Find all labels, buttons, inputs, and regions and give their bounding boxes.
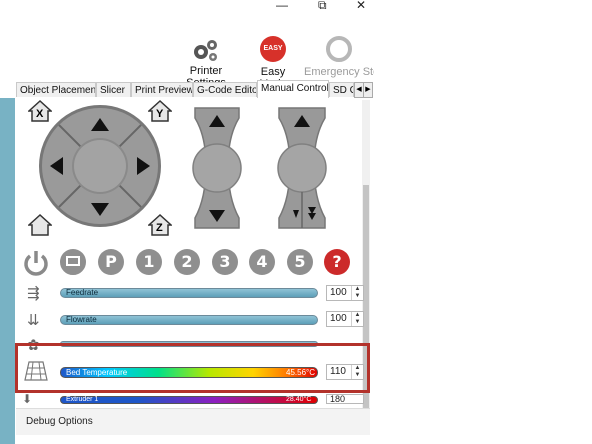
tab-gcode-editor[interactable]: G-Code Editor bbox=[193, 82, 257, 97]
fan-off-icon[interactable] bbox=[60, 249, 86, 275]
preset-1-button[interactable]: 1 bbox=[136, 249, 162, 275]
extruder-1-value: 180 bbox=[330, 394, 346, 404]
preset-2-button[interactable]: 2 bbox=[174, 249, 200, 275]
home-x-label: X bbox=[36, 108, 44, 120]
flowrate-input[interactable]: 100 ▲ ▼ bbox=[326, 311, 364, 327]
debug-options-section[interactable]: Debug Options bbox=[16, 408, 370, 435]
feedrate-label: Feedrate bbox=[66, 288, 99, 297]
extruder-1-label: Extruder 1 bbox=[66, 396, 99, 403]
extruder-icon: ⬇ bbox=[22, 392, 33, 406]
home-y-label: Y bbox=[156, 108, 164, 120]
flowrate-spin-arrows[interactable]: ▲ ▼ bbox=[351, 312, 363, 326]
gears-icon bbox=[194, 40, 217, 61]
tab-sd-card[interactable]: SD C bbox=[329, 82, 354, 97]
emergency-stop-label: Emergency Sto bbox=[304, 66, 374, 78]
emergency-stop-icon bbox=[326, 36, 352, 62]
easy-badge-icon: EASY bbox=[260, 36, 286, 62]
preset-3-button[interactable]: 3 bbox=[212, 249, 238, 275]
home-z-icon[interactable]: Z bbox=[147, 213, 173, 238]
tab-slicer[interactable]: Slicer bbox=[96, 82, 131, 97]
minimize-button[interactable]: — bbox=[276, 0, 288, 12]
help-button[interactable]: ? bbox=[324, 249, 350, 275]
preset-5-button[interactable]: 5 bbox=[287, 249, 313, 275]
tab-scroll-right-button[interactable]: ▶ bbox=[363, 82, 373, 98]
feedrate-icon: ⇶ bbox=[27, 285, 40, 302]
power-icon[interactable] bbox=[23, 248, 49, 276]
maximize-button[interactable]: ⧉ bbox=[318, 0, 327, 13]
z-jog-control[interactable] bbox=[192, 106, 242, 230]
tab-object-placement[interactable]: Object Placement bbox=[16, 82, 96, 97]
flowrate-label: Flowrate bbox=[66, 315, 97, 324]
tab-print-preview[interactable]: Print Preview bbox=[131, 82, 193, 97]
flowrate-icon: ⇊ bbox=[27, 312, 40, 329]
highlight-box bbox=[15, 343, 370, 393]
close-button[interactable]: ✕ bbox=[356, 0, 366, 12]
left-panel-strip bbox=[0, 98, 15, 444]
debug-options-label: Debug Options bbox=[26, 416, 93, 427]
feedrate-slider[interactable] bbox=[60, 288, 318, 298]
extruder-jog-control[interactable] bbox=[276, 106, 328, 230]
flowrate-slider[interactable] bbox=[60, 315, 318, 325]
home-y-icon[interactable]: Y bbox=[147, 99, 173, 124]
home-x-icon[interactable]: X bbox=[27, 99, 53, 124]
tab-manual-control[interactable]: Manual Control bbox=[257, 80, 329, 98]
tab-bar: Object Placement Slicer Print Preview G-… bbox=[16, 80, 373, 99]
feedrate-value: 100 bbox=[330, 287, 347, 298]
home-z-label: Z bbox=[156, 222, 163, 234]
feedrate-spin-arrows[interactable]: ▲ ▼ bbox=[351, 286, 363, 300]
home-all-icon[interactable] bbox=[27, 213, 53, 238]
extruder-1-input[interactable]: 180 bbox=[326, 394, 364, 404]
feedrate-input[interactable]: 100 ▲ ▼ bbox=[326, 285, 364, 301]
emergency-stop-button[interactable]: Emergency Sto bbox=[304, 36, 374, 78]
flowrate-value: 100 bbox=[330, 313, 347, 324]
park-button[interactable]: P bbox=[98, 249, 124, 275]
extruder-1-slider[interactable] bbox=[60, 396, 318, 404]
preset-4-button[interactable]: 4 bbox=[249, 249, 275, 275]
extruder-1-reading: 28.40°C bbox=[286, 396, 312, 403]
